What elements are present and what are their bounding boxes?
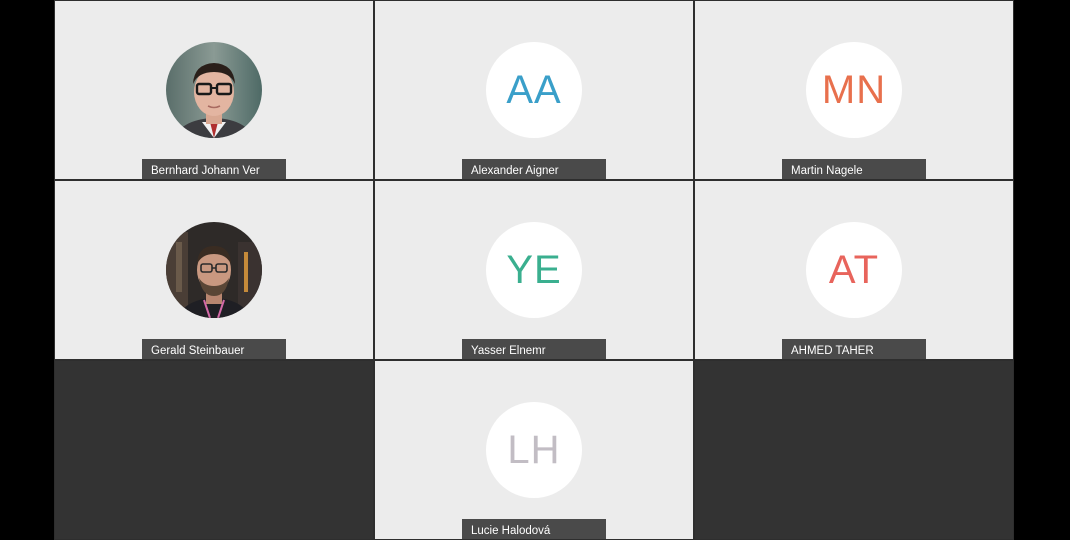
- avatar-initials: LH: [507, 427, 561, 472]
- man-with-glasses-photo: [166, 42, 262, 138]
- participant-name: Bernhard Johann Ver: [142, 159, 286, 179]
- participant-initials-avatar: YE: [486, 222, 582, 318]
- participant-tile-ahmed[interactable]: AT AHMED TAHER: [695, 181, 1013, 359]
- participant-name: Martin Nagele: [782, 159, 926, 179]
- participant-tile-bernhard[interactable]: Bernhard Johann Ver: [55, 1, 373, 179]
- avatar-initials: MN: [821, 67, 887, 112]
- participant-tile-lucie[interactable]: LH Lucie Halodová: [375, 361, 693, 539]
- avatar-initials: AT: [828, 247, 880, 292]
- participant-tile-martin[interactable]: MN Martin Nagele: [695, 1, 1013, 179]
- participant-initials-avatar: AT: [806, 222, 902, 318]
- participant-tile-gerald[interactable]: Gerald Steinbauer: [55, 181, 373, 359]
- avatar-initials: YE: [506, 247, 562, 292]
- participant-tile-yasser[interactable]: YE Yasser Elnemr: [375, 181, 693, 359]
- empty-tile-left: [55, 361, 373, 539]
- man-with-beard-photo: [166, 222, 262, 318]
- participant-name: Alexander Aigner: [462, 159, 606, 179]
- video-grid: Bernhard Johann Ver AA Alexander Aigner …: [54, 0, 1014, 540]
- participant-name: AHMED TAHER: [782, 339, 926, 359]
- participant-tile-alexander[interactable]: AA Alexander Aigner: [375, 1, 693, 179]
- participant-initials-avatar: AA: [486, 42, 582, 138]
- participant-initials-avatar: MN: [806, 42, 902, 138]
- avatar-initials: AA: [506, 67, 562, 112]
- participant-name: Gerald Steinbauer: [142, 339, 286, 359]
- empty-tile-right: [695, 361, 1013, 539]
- participant-name: Lucie Halodová: [462, 519, 606, 539]
- participant-photo: [166, 42, 262, 138]
- participant-photo: [166, 222, 262, 318]
- participant-name: Yasser Elnemr: [462, 339, 606, 359]
- participant-initials-avatar: LH: [486, 402, 582, 498]
